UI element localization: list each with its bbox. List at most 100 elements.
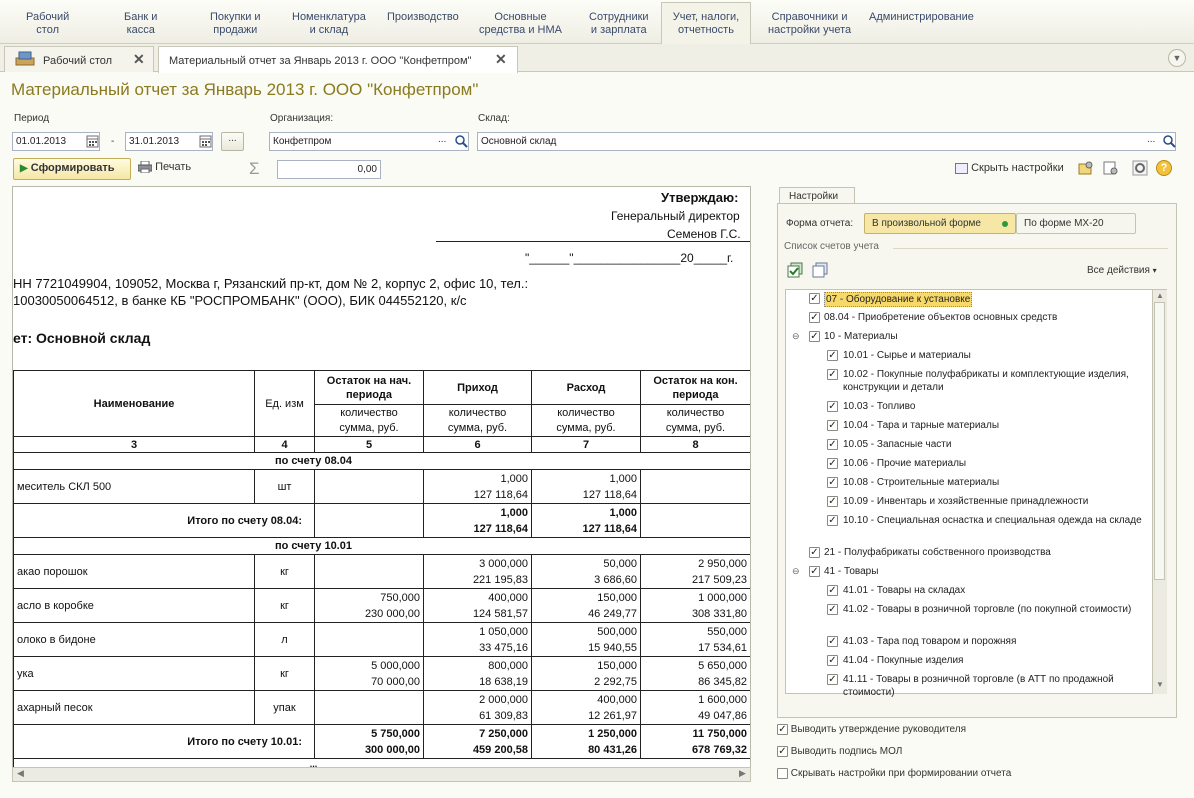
option-show-signature[interactable]: ✓ Выводить подпись МОЛ <box>777 746 902 757</box>
collapse-icon[interactable]: ⊖ <box>792 331 800 342</box>
period-select-button[interactable]: ... <box>221 132 244 151</box>
scroll-left-icon[interactable]: ◀ <box>17 768 24 779</box>
all-actions-menu[interactable]: Все действия ▾ <box>1087 265 1157 276</box>
checkbox[interactable]: ✓ <box>827 439 838 450</box>
warehouse-field[interactable]: Основной склад <box>477 132 1176 151</box>
tree-item[interactable]: 41.03 - Тара под товаром и порожняя <box>843 635 1150 648</box>
menu-item[interactable]: Справочники и настройки учета <box>768 11 851 37</box>
checkbox[interactable]: ✓ <box>827 674 838 685</box>
checkbox[interactable]: ✓ <box>827 636 838 647</box>
menu-item[interactable]: Банк и касса <box>124 11 157 37</box>
checkbox[interactable]: ✓ <box>827 420 838 431</box>
checkbox[interactable]: ✓ <box>809 331 820 342</box>
scroll-right-icon[interactable]: ▶ <box>739 768 746 779</box>
checkbox[interactable]: ✓ <box>827 477 838 488</box>
report-document: Утверждаю: Генеральный директор Семенов … <box>12 186 751 770</box>
tree-item[interactable]: 10.06 - Прочие материалы <box>843 457 1150 470</box>
help-icon[interactable]: ? <box>1156 160 1172 176</box>
sigma-icon[interactable]: Σ <box>249 159 260 179</box>
tree-item[interactable]: 10.09 - Инвентарь и хозяйственные принад… <box>843 495 1150 508</box>
tab-desktop-label: Рабочий стол <box>43 55 113 67</box>
tree-item[interactable]: 10.05 - Запасные части <box>843 438 1150 451</box>
vertical-scrollbar[interactable]: ▲ ▼ <box>1152 290 1167 694</box>
menu-item[interactable]: Сотрудники и зарплата <box>589 11 649 37</box>
cell-name: акао порошок <box>13 554 255 589</box>
scroll-up-icon[interactable]: ▲ <box>1156 291 1164 300</box>
tree-item[interactable]: 41 - Товары <box>824 565 1150 578</box>
checkbox[interactable]: ✓ <box>827 604 838 615</box>
tree-item[interactable]: 10.02 - Покупные полуфабрикаты и комплек… <box>843 368 1150 394</box>
scroll-down-icon[interactable]: ▼ <box>1156 680 1164 689</box>
checkbox[interactable]: ✓ <box>827 655 838 666</box>
signature-line <box>436 241 750 242</box>
tree-item[interactable]: 07 - Оборудование к установке <box>824 292 973 307</box>
menu-item[interactable]: Учет, налоги, отчетность <box>661 2 751 44</box>
collapse-icon[interactable]: ⊖ <box>792 566 800 577</box>
checkbox[interactable]: ✓ <box>809 293 820 304</box>
tree-item[interactable]: 10.03 - Топливо <box>843 400 1150 413</box>
checkbox[interactable]: ✓ <box>827 350 838 361</box>
hide-settings-button[interactable]: Скрыть настройки <box>955 162 1064 174</box>
horizontal-scrollbar[interactable]: ◀ ▶ <box>12 767 751 782</box>
cell-income: 1,000 127 118,64 <box>423 469 532 504</box>
tree-item[interactable]: 41.02 - Товары в розничной торговле (по … <box>843 603 1150 616</box>
calendar-icon[interactable] <box>86 134 99 148</box>
chevron-down-icon[interactable]: ▼ <box>1168 49 1186 67</box>
gear-icon[interactable] <box>1132 160 1148 176</box>
search-icon[interactable] <box>1162 134 1176 148</box>
menu-item[interactable]: Основные средства и НМА <box>479 11 562 37</box>
tree-item[interactable]: 41.04 - Покупные изделия <box>843 654 1150 667</box>
checkbox[interactable]: ✓ <box>827 585 838 596</box>
menu-item[interactable]: Производство <box>387 11 459 24</box>
print-button[interactable]: Печать <box>137 160 191 174</box>
checkbox[interactable]: ✓ <box>827 369 838 380</box>
menu-item[interactable]: Номенклатура и склад <box>292 11 366 37</box>
option-show-approval[interactable]: ✓ Выводить утверждение руководителя <box>777 724 966 735</box>
scroll-thumb[interactable] <box>1154 302 1165 580</box>
tab-desktop[interactable]: Рабочий стол ✕ <box>4 46 154 72</box>
option-hide-settings[interactable]: Скрывать настройки при формировании отче… <box>777 768 1011 779</box>
org-label: Организация: <box>270 113 334 124</box>
close-icon[interactable]: ✕ <box>133 51 145 68</box>
checkbox[interactable]: ✓ <box>777 746 788 757</box>
sum-field: 0,00 <box>277 160 381 179</box>
checkbox[interactable]: ✓ <box>827 496 838 507</box>
col-number: 8 <box>640 436 750 453</box>
col-number: 7 <box>531 436 641 453</box>
tree-item[interactable]: 41.01 - Товары на складах <box>843 584 1150 597</box>
variant-icon[interactable] <box>1078 160 1094 176</box>
form-type-option-mx20[interactable]: По форме МХ-20 <box>1016 213 1136 234</box>
checkbox[interactable] <box>777 768 788 779</box>
checkbox[interactable]: ✓ <box>827 401 838 412</box>
tree-item[interactable]: 10.04 - Тара и тарные материалы <box>843 419 1150 432</box>
tree-item[interactable]: 10.01 - Сырье и материалы <box>843 349 1150 362</box>
menu-item[interactable]: Администрирование <box>869 11 974 24</box>
menu-item[interactable]: Рабочий стол <box>26 11 69 37</box>
header-end-sub: количество сумма, руб. <box>640 404 750 437</box>
calendar-icon[interactable] <box>199 134 212 148</box>
tree-item[interactable]: 10.08 - Строительные материалы <box>843 476 1150 489</box>
checkbox[interactable]: ✓ <box>827 515 838 526</box>
checkbox[interactable]: ✓ <box>809 312 820 323</box>
form-type-option-free[interactable]: В произвольной форме <box>864 213 1016 234</box>
tree-item[interactable]: 21 - Полуфабрикаты собственного производ… <box>824 546 1150 559</box>
cell-expense: 50,000 3 686,60 <box>531 554 641 589</box>
org-select-button[interactable]: ... <box>438 134 446 145</box>
checkbox[interactable]: ✓ <box>809 566 820 577</box>
checkbox[interactable]: ✓ <box>777 724 788 735</box>
close-icon[interactable]: ✕ <box>495 51 507 68</box>
tree-item[interactable]: 41.11 - Товары в розничной торговле (в А… <box>843 673 1150 699</box>
checkbox[interactable]: ✓ <box>827 458 838 469</box>
tab-report[interactable]: Материальный отчет за Январь 2013 г. ООО… <box>158 46 518 73</box>
warehouse-select-button[interactable]: ... <box>1147 134 1155 145</box>
tree-item[interactable]: 10.10 - Специальная оснастка и специальн… <box>843 514 1150 527</box>
settings-save-icon[interactable] <box>1103 160 1119 176</box>
tree-item[interactable]: 10 - Материалы <box>824 330 1150 343</box>
tree-item[interactable]: 08.04 - Приобретение объектов основных с… <box>824 311 1150 324</box>
generate-button[interactable]: ▶ Сформировать <box>13 158 131 180</box>
menu-item[interactable]: Покупки и продажи <box>210 11 261 37</box>
uncheck-all-icon[interactable] <box>812 262 828 278</box>
checkbox[interactable]: ✓ <box>809 547 820 558</box>
check-all-icon[interactable] <box>787 262 803 278</box>
search-icon[interactable] <box>454 134 468 148</box>
